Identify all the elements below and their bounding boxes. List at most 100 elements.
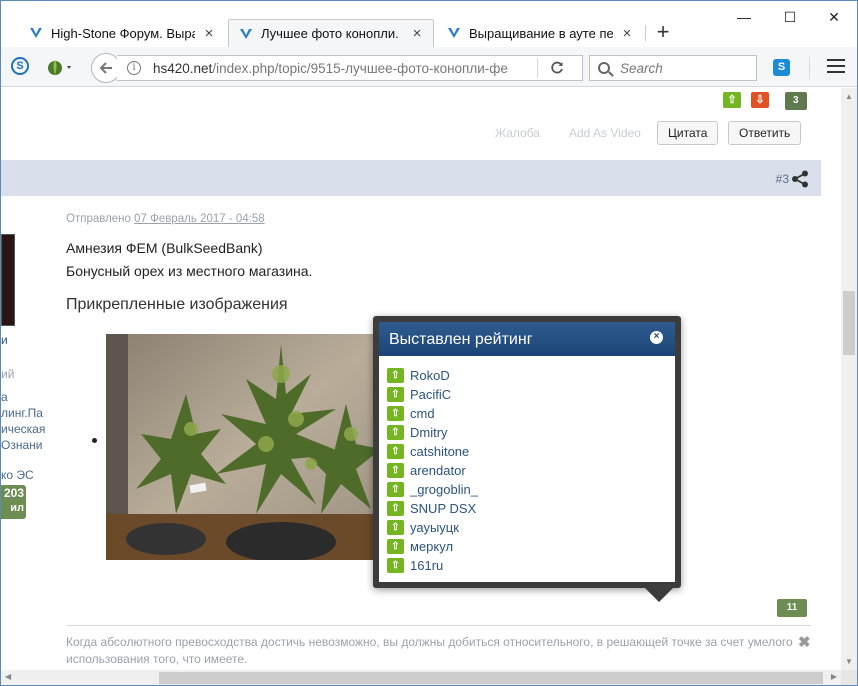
user-link[interactable]: меркул bbox=[410, 539, 453, 554]
user-link[interactable]: RokoD bbox=[410, 368, 450, 383]
up-arrow-icon: ⇧ bbox=[387, 368, 404, 383]
rating-count-badge[interactable]: 3 bbox=[785, 92, 807, 110]
tab-close-icon[interactable]: × bbox=[409, 25, 425, 42]
toolbar-divider bbox=[809, 57, 810, 79]
attached-plant-photo[interactable] bbox=[106, 334, 386, 560]
posted-meta: Отправлено 07 Февраль 2017 - 04:58 bbox=[66, 213, 265, 225]
tab-label: Лучшее фото конопли. … bbox=[261, 26, 403, 41]
rating-popup-header: Выставлен рейтинг × bbox=[379, 322, 675, 356]
add-video-link[interactable]: Add As Video bbox=[569, 126, 641, 140]
signature-text: Когда абсолютного превосходства достичь … bbox=[66, 635, 793, 666]
user-link[interactable]: _grogoblin_ bbox=[410, 482, 478, 497]
up-arrow-icon: ⇧ bbox=[387, 539, 404, 554]
scroll-down-icon[interactable]: ▼ bbox=[845, 657, 853, 666]
close-icon[interactable]: ✖ bbox=[798, 633, 811, 651]
list-item: ⇧ _grogoblin_ bbox=[387, 480, 675, 499]
scroll-right-icon[interactable]: ▶ bbox=[831, 672, 837, 681]
new-tab-button[interactable]: + bbox=[649, 19, 677, 47]
author-fragment: Ознани bbox=[1, 438, 43, 452]
vertical-scroll-thumb[interactable] bbox=[843, 291, 855, 355]
scroll-up-icon[interactable]: ▲ bbox=[845, 92, 853, 101]
skype-extension-icon[interactable]: S bbox=[11, 57, 29, 75]
tab-divider bbox=[645, 25, 646, 41]
user-link[interactable]: arendator bbox=[410, 463, 466, 478]
user-link[interactable]: Dmitry bbox=[410, 425, 448, 440]
horizontal-scrollbar[interactable]: ◀ ▶ bbox=[1, 670, 841, 685]
address-bar[interactable]: i hs420.net/index.php/topic/9515-лучшее-… bbox=[117, 55, 583, 81]
list-item: ⇧ PacifiC bbox=[387, 385, 675, 404]
skype-button-icon[interactable]: S bbox=[773, 59, 790, 76]
url-text[interactable]: hs420.net/index.php/topic/9515-лучшее-фо… bbox=[153, 61, 523, 76]
author-avatar[interactable] bbox=[1, 234, 15, 326]
list-item: ⇧ Dmitry bbox=[387, 423, 675, 442]
tab-outdoor[interactable]: Выращивание в ауте пер… × bbox=[437, 19, 643, 47]
up-arrow-icon: ⇧ bbox=[387, 444, 404, 459]
post-number-link[interactable]: #3 bbox=[776, 172, 789, 186]
share-icon[interactable] bbox=[791, 170, 809, 188]
reload-icon[interactable] bbox=[550, 61, 564, 75]
tab-best-photo[interactable]: Лучшее фото конопли. … × bbox=[228, 19, 434, 47]
search-input[interactable]: Search bbox=[620, 61, 663, 76]
maximize-button[interactable]: ☐ bbox=[767, 5, 813, 29]
title-bar: High-Stone Форум. Выра… × Лучшее фото ко… bbox=[1, 1, 857, 47]
rate-up-icon[interactable]: ⇧ bbox=[723, 92, 741, 108]
scroll-left-icon[interactable]: ◀ bbox=[5, 672, 11, 681]
reputation-badge: 203 ил bbox=[1, 485, 26, 519]
list-item: ⇧ 161ru bbox=[387, 556, 675, 575]
close-window-button[interactable]: ✕ bbox=[811, 5, 857, 29]
post-rating-controls: ⇧ ⇩ 3 bbox=[723, 92, 807, 110]
tab-close-icon[interactable]: × bbox=[201, 25, 217, 42]
list-bullet bbox=[92, 438, 97, 443]
user-link[interactable]: catshitone bbox=[410, 444, 469, 459]
info-icon[interactable]: i bbox=[127, 61, 141, 75]
quote-button[interactable]: Цитата bbox=[657, 121, 719, 145]
attachments-title: Прикрепленные изображения bbox=[66, 296, 288, 313]
tab-high-stone[interactable]: High-Stone Форум. Выра… × bbox=[19, 19, 225, 47]
tab-close-icon[interactable]: × bbox=[619, 25, 635, 42]
report-link[interactable]: Жалоба bbox=[495, 126, 540, 140]
user-link[interactable]: уауыуцк bbox=[410, 520, 459, 535]
user-link[interactable]: SNUP DSX bbox=[410, 501, 476, 516]
user-link[interactable]: cmd bbox=[410, 406, 435, 421]
author-fragment: линг.Па bbox=[1, 406, 43, 420]
reputation-label: ил bbox=[10, 502, 24, 514]
reply-button[interactable]: Ответить bbox=[728, 121, 802, 145]
rating-popup: Выставлен рейтинг × ⇧ RokoD ⇧ PacifiC ⇧ cmd… bbox=[373, 316, 681, 602]
posted-label: Отправлено bbox=[66, 213, 131, 225]
browser-window: High-Stone Форум. Выра… × Лучшее фото ко… bbox=[0, 0, 858, 686]
posted-date[interactable]: 07 Февраль 2017 - 04:58 bbox=[134, 213, 265, 225]
up-arrow-icon: ⇧ bbox=[387, 463, 404, 478]
popup-pointer bbox=[645, 588, 673, 602]
up-arrow-icon: ⇧ bbox=[387, 501, 404, 516]
reputation-value: 203 bbox=[3, 486, 24, 500]
author-fragment: ий bbox=[1, 367, 15, 381]
url-divider bbox=[537, 58, 538, 78]
tab-label: Выращивание в ауте пер… bbox=[469, 25, 613, 41]
onion-extension-icon[interactable] bbox=[45, 57, 75, 77]
minimize-button[interactable]: — bbox=[721, 5, 767, 29]
up-arrow-icon: ⇧ bbox=[387, 406, 404, 421]
up-arrow-icon: ⇧ bbox=[387, 482, 404, 497]
list-item: ⇧ уауыуцк bbox=[387, 518, 675, 537]
bottom-rating-badge[interactable]: 11 bbox=[777, 599, 807, 617]
vertical-scrollbar[interactable]: ▲ ▼ bbox=[841, 88, 857, 670]
author-fragment: а bbox=[1, 390, 8, 404]
signature-divider bbox=[66, 625, 811, 626]
scrollbar-corner bbox=[841, 670, 857, 685]
up-arrow-icon: ⇧ bbox=[387, 425, 404, 440]
tab-label: High-Stone Форум. Выра… bbox=[51, 25, 195, 41]
post-text-line: Амнезия ФЕМ (BulkSeedBank) bbox=[66, 240, 263, 256]
rate-down-icon[interactable]: ⇩ bbox=[751, 92, 769, 108]
user-link[interactable]: 161ru bbox=[410, 558, 443, 573]
search-icon bbox=[598, 62, 610, 74]
site-favicon-icon bbox=[30, 28, 42, 38]
search-bar[interactable]: Search bbox=[589, 55, 757, 81]
horizontal-scroll-thumb[interactable] bbox=[159, 672, 823, 684]
url-path: /index.php/topic/9515-лучшее-фото-конопл… bbox=[212, 60, 508, 76]
rating-popup-body: Выставлен рейтинг × ⇧ RokoD ⇧ PacifiC ⇧ cmd… bbox=[379, 322, 675, 582]
site-favicon-icon bbox=[448, 28, 460, 38]
hamburger-menu-icon[interactable] bbox=[827, 59, 845, 75]
navigation-bar: S i hs420.net/index.php/topic/9515-лучше… bbox=[1, 47, 857, 87]
user-link[interactable]: PacifiC bbox=[410, 387, 451, 402]
popup-close-icon[interactable]: × bbox=[650, 331, 663, 344]
